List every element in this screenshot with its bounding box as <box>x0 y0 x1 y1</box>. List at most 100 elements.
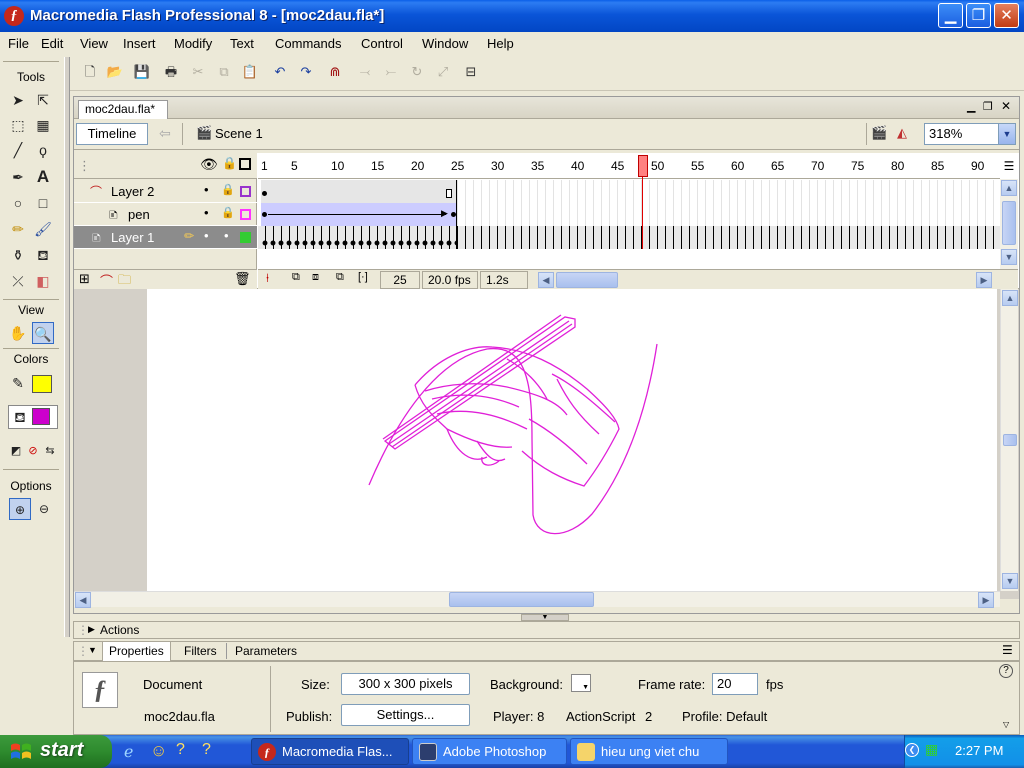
scroll-thumb[interactable] <box>1002 201 1016 245</box>
menu-commands[interactable]: Commands <box>275 36 341 51</box>
keyframe-dot[interactable] <box>262 191 267 196</box>
pen-tool-icon[interactable]: ✒ <box>7 166 29 188</box>
paint-bucket-tool-icon[interactable]: ⛾ <box>32 244 54 266</box>
scroll-left-icon[interactable]: ◀ <box>538 272 554 288</box>
menu-file[interactable]: File <box>8 36 29 51</box>
menu-help[interactable]: Help <box>487 36 514 51</box>
back-arrow-icon[interactable]: ⇦ <box>159 125 171 142</box>
straighten-icon[interactable]: ⤚ <box>381 62 401 82</box>
oval-tool-icon[interactable]: ○ <box>7 192 29 214</box>
keyframe-dot[interactable] <box>262 212 267 217</box>
keyframe-dot[interactable] <box>451 212 456 217</box>
zoom-select[interactable]: 318% ▼ <box>924 123 1016 145</box>
print-icon[interactable]: 🖶 <box>161 62 181 82</box>
tray-network-icon[interactable]: ▦ <box>925 741 938 758</box>
task-macromedia-flash[interactable]: ƒ Macromedia Flas... <box>251 738 409 765</box>
add-motion-guide-icon[interactable]: ⌒ <box>100 271 113 290</box>
layer-name[interactable]: pen <box>128 207 150 222</box>
show-hide-eye-icon[interactable]: 👁 <box>200 156 218 173</box>
clock[interactable]: 2:27 PM <box>955 743 1003 758</box>
rectangle-tool-icon[interactable]: □ <box>32 192 54 214</box>
expand-arrow-icon[interactable]: ▶ <box>88 624 95 635</box>
ink-bottle-tool-icon[interactable]: ⚱ <box>7 244 29 266</box>
stroke-color-swatch[interactable] <box>32 375 52 393</box>
scale-icon[interactable]: ⤢ <box>433 62 453 82</box>
visibility-dot-icon[interactable]: • <box>204 205 209 220</box>
tab-properties[interactable]: Properties <box>102 641 171 661</box>
layer-row-layer-2[interactable]: ⌒ Layer 2 • 🔒 <box>74 180 257 203</box>
timeline-toggle-button[interactable]: Timeline <box>76 123 148 145</box>
redo-icon[interactable]: ↷ <box>296 62 316 82</box>
outline-all-icon[interactable] <box>239 158 251 170</box>
paste-icon[interactable]: 📋 <box>240 62 260 82</box>
menu-modify[interactable]: Modify <box>174 36 212 51</box>
gradient-transform-tool-icon[interactable]: ▦ <box>32 114 54 136</box>
undo-icon[interactable]: ↶ <box>270 62 290 82</box>
scroll-thumb[interactable] <box>1003 434 1017 446</box>
delete-layer-icon[interactable]: 🗑 <box>234 271 251 287</box>
panel-options-icon[interactable]: ☰ <box>1002 643 1013 657</box>
lock-icon[interactable]: 🔒 <box>221 206 235 219</box>
menu-view[interactable]: View <box>80 36 108 51</box>
swap-colors-icon[interactable]: ⇆ <box>39 440 61 462</box>
close-button[interactable]: ✕ <box>994 3 1019 28</box>
help-question-icon-2[interactable]: ? <box>202 741 211 759</box>
outline-color-icon[interactable] <box>240 209 251 220</box>
edit-symbols-icon[interactable]: ◭ <box>897 125 907 141</box>
center-frame-icon[interactable]: ⍿ <box>266 271 269 286</box>
actions-panel-header[interactable]: ⋮ ▶ Actions <box>73 621 1020 639</box>
end-frame-marker[interactable] <box>446 189 452 198</box>
start-button[interactable]: start <box>0 735 112 768</box>
menu-window[interactable]: Window <box>422 36 468 51</box>
lock-all-icon[interactable]: 🔒 <box>222 156 237 170</box>
save-icon[interactable]: 💾 <box>132 62 152 82</box>
zoom-out-icon[interactable]: ⊖ <box>33 498 55 520</box>
outline-color-icon[interactable] <box>240 186 251 197</box>
lasso-tool-icon[interactable]: ϙ <box>32 139 54 161</box>
hand-tool-icon[interactable]: ✋ <box>7 322 29 344</box>
scroll-thumb[interactable] <box>449 592 594 607</box>
outline-color-icon[interactable] <box>240 232 251 243</box>
fill-color-swatch[interactable] <box>32 408 50 425</box>
task-adobe-photoshop[interactable]: Adobe Photoshop <box>412 738 567 765</box>
tab-filters[interactable]: Filters <box>184 644 217 658</box>
doc-minimize-icon[interactable]: ▁ <box>967 100 975 113</box>
free-transform-tool-icon[interactable]: ⬚ <box>7 114 29 136</box>
frame-row-pen[interactable]: ▶ <box>258 203 1000 226</box>
tools-divider[interactable] <box>64 57 70 637</box>
chevron-down-icon[interactable]: ▼ <box>998 124 1015 144</box>
menu-text[interactable]: Text <box>230 36 254 51</box>
pencil-tool-icon[interactable]: ✏ <box>7 218 29 240</box>
publish-settings-button[interactable]: Settings... <box>341 704 470 726</box>
frame-row-layer-1[interactable] <box>258 226 1000 249</box>
layer-row-layer-1[interactable]: 🗈 Layer 1 ✏ • • <box>74 226 257 249</box>
scroll-left-icon[interactable]: ◀ <box>75 592 91 608</box>
eraser-tool-icon[interactable]: ◧ <box>32 270 54 292</box>
onion-skin-icon[interactable]: ⧉ <box>292 271 300 284</box>
onion-outlines-icon[interactable]: ⧈ <box>312 271 319 284</box>
lock-dot-icon[interactable]: • <box>224 228 229 243</box>
menu-edit[interactable]: Edit <box>41 36 63 51</box>
edit-scene-icon[interactable]: 🎬 <box>871 125 887 141</box>
stage-horizontal-scrollbar[interactable]: ◀ ▶ <box>74 591 1000 608</box>
help-question-icon[interactable]: ? <box>176 741 185 759</box>
maximize-button[interactable]: ❐ <box>966 3 991 28</box>
modify-onion-markers-icon[interactable]: [·] <box>358 271 368 283</box>
smooth-icon[interactable]: ⤙ <box>355 62 375 82</box>
rotate-icon[interactable]: ↻ <box>407 62 427 82</box>
frame-ruler[interactable]: 1 5 10 15 20 25 30 35 40 45 50 55 60 65 … <box>258 153 1000 179</box>
stage-vertical-scrollbar[interactable]: ▲ ▼ <box>1000 289 1018 591</box>
menu-control[interactable]: Control <box>361 36 403 51</box>
timeline-vertical-scrollbar[interactable]: ▲ ▼ <box>1000 179 1018 269</box>
layer-row-pen[interactable]: 🗈 pen • 🔒 <box>74 203 257 226</box>
visibility-dot-icon[interactable]: • <box>204 228 209 243</box>
internet-explorer-icon[interactable]: ℯ <box>124 742 133 762</box>
show-hidden-icons-icon[interactable]: ❮ <box>905 743 919 757</box>
brush-tool-icon[interactable]: 🖌 <box>32 218 54 240</box>
scroll-up-icon[interactable]: ▲ <box>1001 180 1017 196</box>
scroll-up-icon[interactable]: ▲ <box>1002 290 1018 306</box>
frame-rate-input[interactable]: 20 <box>712 673 758 695</box>
minimize-button[interactable]: ▁ <box>938 3 963 28</box>
hand-drawing-artwork[interactable] <box>147 289 997 591</box>
task-hieu-ung-viet-chu[interactable]: hieu ung viet chu <box>570 738 728 765</box>
